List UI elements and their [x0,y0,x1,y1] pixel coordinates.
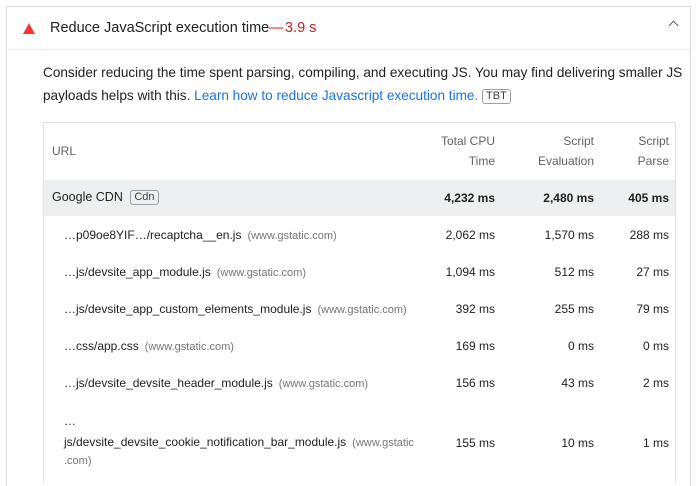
row-url[interactable]: …js/devsite_devsite_header_module.js (www… [64,376,368,390]
header-total-cpu: Total CPU Time [441,131,495,171]
row-url-path: …p09oe8YIF…/recaptcha__en.js [64,228,242,242]
row-url[interactable]: …p09oe8YIF…/recaptcha__en.js (www.gstatic… [64,228,337,242]
cdn-badge: Cdn [130,190,159,205]
chevron-up-icon[interactable] [668,20,679,31]
group-row: Google CDN Cdn 4,232 ms 2,480 ms 405 ms [44,180,675,216]
audit-description: Consider reducing the time spent parsing… [43,61,683,107]
header-script-eval: Script Evaluation [538,131,594,171]
row-url[interactable]: …js/devsite_app_module.js (www.gstatic.co… [64,265,306,279]
table-header: URL Total CPU Time Script Evaluation Scr… [44,123,675,180]
row-url[interactable]: …css/app.css (www.gstatic.com) [64,339,234,353]
learn-more-link[interactable]: Learn how to reduce Javascript execution… [194,88,478,103]
details-table: URL Total CPU Time Script Evaluation Scr… [43,122,676,482]
row-parse: 79 ms [636,302,669,316]
warning-triangle-icon [23,23,35,34]
header-script-eval-line1: Script [563,134,594,148]
header-script-parse-line2: Parse [637,154,669,168]
row-total: 392 ms [455,302,495,316]
group-name: Google CDN Cdn [52,190,159,205]
audit-metric-value: 3.9 s [285,20,317,36]
row-url-ellipsis: … [64,414,76,428]
group-name-text: Google CDN [52,190,123,204]
group-total: 4,232 ms [444,191,495,205]
audit-panel: Reduce JavaScript execution time — 3.9 s… [6,6,691,486]
row-parse: 27 ms [636,265,669,279]
table-row: …js/devsite_app_custom_elements_module.j… [44,290,675,327]
table-row: …p09oe8YIF…/recaptcha__en.js (www.gstatic… [44,216,675,253]
row-total: 2,062 ms [445,228,495,242]
row-url[interactable]: …js/devsite_app_custom_elements_module.j… [64,302,407,316]
row-url-host: (www.gstatic [352,437,414,449]
table-row: …js/devsite_devsite_header_module.js (www… [44,364,675,401]
row-total: 1,094 ms [445,265,495,279]
row-url[interactable]: js/devsite_devsite_cookie_notification_b… [64,435,414,449]
header-script-parse-line1: Script [638,134,669,148]
row-url-host: (www.gstatic.com) [216,267,306,279]
row-url-host: (www.gstatic.com) [144,341,234,353]
row-parse: 1 ms [642,436,669,450]
row-parse: 2 ms [642,376,669,390]
header-total-cpu-line1: Total CPU [440,134,495,148]
header-url: URL [52,144,77,158]
row-parse: 288 ms [629,228,669,242]
row-url-path: …js/devsite_app_module.js [64,265,211,279]
row-url-path: …css/app.css [64,339,139,353]
audit-title: Reduce JavaScript execution time [50,20,270,36]
row-url-host: (www.gstatic.com) [247,230,337,242]
table-row: …js/devsite_app_module.js (www.gstatic.co… [44,253,675,290]
group-parse: 405 ms [628,191,669,205]
row-total: 156 ms [455,376,495,390]
row-url-host-cont: .com) [64,455,92,467]
row-eval: 0 ms [567,339,594,353]
header-script-eval-line2: Evaluation [537,154,594,168]
row-parse: 0 ms [642,339,669,353]
row-url-host: (www.gstatic.com) [278,378,369,390]
row-eval: 43 ms [561,376,594,390]
row-url-host: (www.gstatic.com) [317,304,407,316]
audit-header[interactable]: Reduce JavaScript execution time — 3.9 s [7,7,690,50]
row-url-path: js/devsite_devsite_cookie_notification_b… [64,435,347,449]
row-eval: 255 ms [554,302,594,316]
row-url-path: …js/devsite_app_custom_elements_module.j… [64,302,312,316]
row-eval: 512 ms [554,265,594,279]
header-script-parse: Script Parse [638,131,669,171]
row-url-path: …js/devsite_devsite_header_module.js [64,376,273,390]
group-eval: 2,480 ms [543,191,594,205]
row-total: 155 ms [455,436,495,450]
metric-dash: — [269,20,284,36]
tbt-badge: TBT [482,89,511,104]
table-row: … js/devsite_devsite_cookie_notification… [44,401,675,481]
header-total-cpu-line2: Time [468,154,495,168]
row-total: 169 ms [455,339,495,353]
row-eval: 1,570 ms [544,228,594,242]
row-eval: 10 ms [561,436,594,450]
table-row: …css/app.css (www.gstatic.com) 169 ms 0 m… [44,327,675,364]
